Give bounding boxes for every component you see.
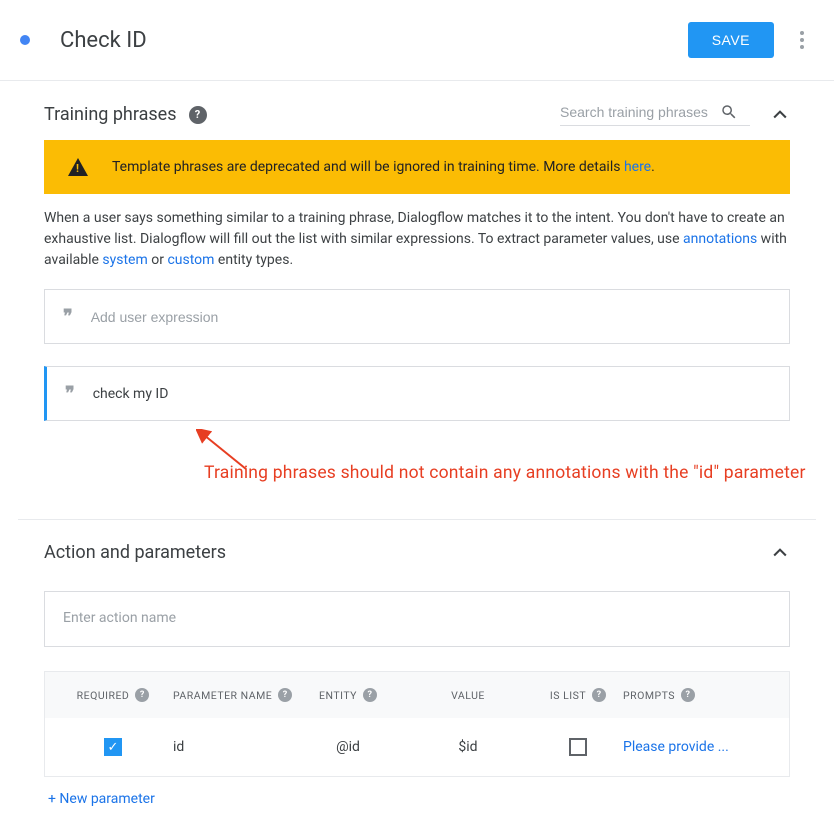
status-dot	[20, 35, 30, 45]
entity-cell[interactable]: @id	[293, 739, 403, 755]
help-icon[interactable]: ?	[592, 688, 606, 702]
more-options-icon[interactable]	[790, 28, 814, 52]
help-icon[interactable]: ?	[189, 106, 207, 124]
islist-checkbox[interactable]	[569, 738, 587, 756]
collapse-icon[interactable]	[770, 543, 790, 563]
custom-link[interactable]: custom	[167, 252, 214, 268]
collapse-icon[interactable]	[770, 105, 790, 125]
annotations-link[interactable]: annotations	[683, 231, 757, 247]
param-name-cell[interactable]: id	[173, 739, 293, 755]
search-box[interactable]	[560, 103, 750, 126]
action-parameters-title: Action and parameters	[44, 542, 226, 563]
phrase-text: check my ID	[93, 386, 169, 402]
help-icon[interactable]: ?	[135, 688, 149, 702]
parameters-table: REQUIRED? PARAMETER NAME? ENTITY? VALUE …	[44, 671, 790, 777]
annotation-text: Training phrases should not contain any …	[204, 463, 806, 483]
required-checkbox[interactable]: ✓	[104, 738, 122, 756]
phrase-row[interactable]: ❞ check my ID	[44, 366, 790, 421]
warning-icon	[68, 158, 88, 176]
action-name-input[interactable]	[44, 591, 790, 647]
warning-banner: Template phrases are deprecated and will…	[44, 140, 790, 194]
quote-icon: ❞	[65, 383, 75, 404]
save-button[interactable]: SAVE	[688, 22, 774, 58]
help-icon[interactable]: ?	[278, 688, 292, 702]
page-title: Check ID	[60, 28, 688, 53]
training-description: When a user says something similar to a …	[44, 208, 790, 271]
help-icon[interactable]: ?	[363, 688, 377, 702]
help-icon[interactable]: ?	[681, 688, 695, 702]
add-phrase-input[interactable]	[91, 309, 771, 325]
warning-text: Template phrases are deprecated and will…	[112, 159, 655, 175]
add-phrase-box[interactable]: ❞	[44, 289, 790, 344]
training-phrases-title: Training phrases	[44, 104, 177, 125]
quote-icon: ❞	[63, 306, 73, 327]
warning-link[interactable]: here	[624, 159, 651, 175]
system-link[interactable]: system	[102, 252, 147, 268]
search-icon	[720, 103, 738, 121]
prompt-link[interactable]: Please provide ...	[623, 739, 729, 755]
search-input[interactable]	[560, 104, 720, 120]
table-header: REQUIRED? PARAMETER NAME? ENTITY? VALUE …	[45, 672, 789, 718]
new-parameter-button[interactable]: + New parameter	[44, 777, 790, 817]
table-row[interactable]: ✓ id @id $id Please provide ...	[45, 718, 789, 776]
value-cell[interactable]: $id	[403, 739, 533, 755]
